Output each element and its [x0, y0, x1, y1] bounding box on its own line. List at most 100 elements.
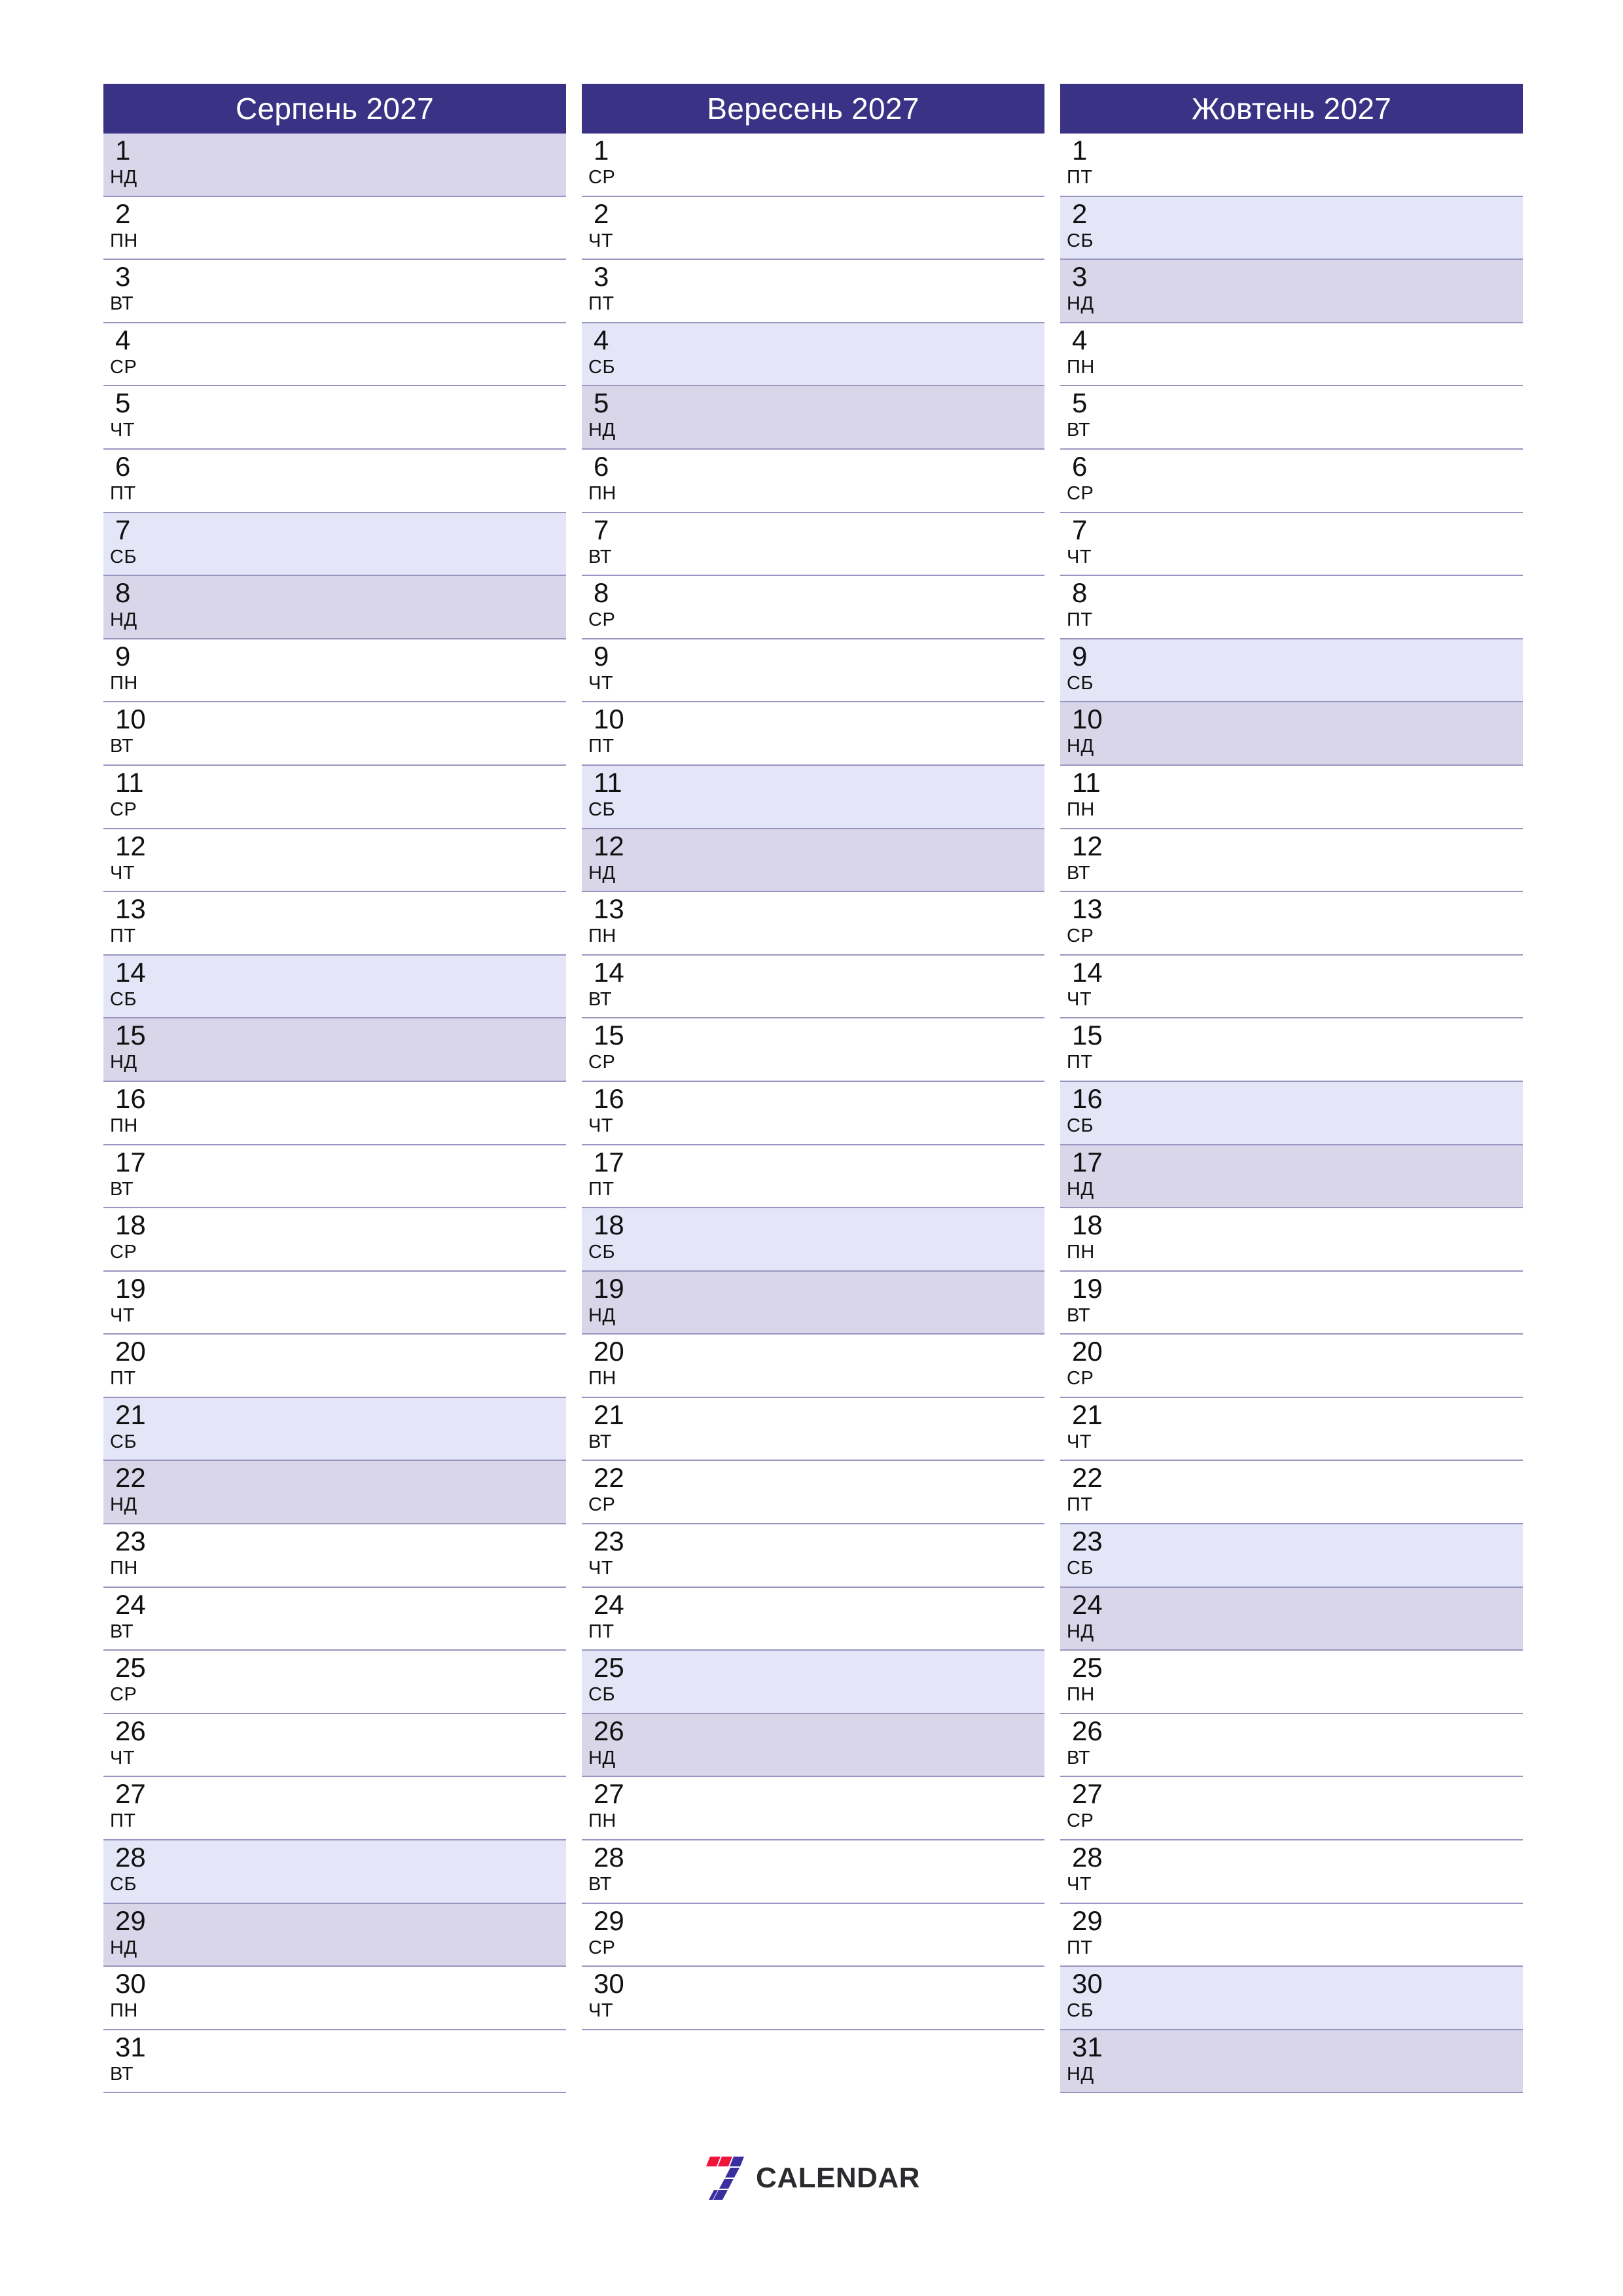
day-row[interactable]: 21 ЧТ [1060, 1397, 1523, 1462]
day-row[interactable]: 13 ПН [582, 892, 1044, 956]
day-row[interactable]: 8 НД [103, 576, 566, 639]
day-row[interactable]: 5 ВТ [1060, 386, 1523, 450]
day-row[interactable]: 24 ПТ [582, 1587, 1044, 1651]
day-row[interactable]: 12 ЧТ [103, 829, 566, 893]
day-row[interactable]: 4 СБ [582, 323, 1044, 387]
day-number: 25 [1072, 1652, 1103, 1683]
day-row[interactable]: 23 ПН [103, 1524, 566, 1588]
day-row[interactable]: 9 ЧТ [582, 639, 1044, 703]
day-row[interactable]: 27 ПН [582, 1777, 1044, 1841]
day-weekday-label: ПТ [1067, 609, 1093, 631]
day-row[interactable]: 12 ВТ [1060, 829, 1523, 893]
day-row[interactable]: 31 ВТ [103, 2030, 566, 2094]
day-row[interactable]: 25 СР [103, 1651, 566, 1714]
day-row[interactable]: 16 СБ [1060, 1081, 1523, 1145]
day-row[interactable]: 20 ПН [582, 1335, 1044, 1398]
day-row[interactable]: 30 ЧТ [582, 1967, 1044, 2030]
day-row[interactable]: 25 ПН [1060, 1651, 1523, 1714]
day-row[interactable]: 17 НД [1060, 1145, 1523, 1209]
day-number: 3 [1072, 261, 1088, 293]
day-row[interactable]: 27 СР [1060, 1777, 1523, 1841]
day-row[interactable]: 10 ПТ [582, 702, 1044, 766]
day-row[interactable]: 1 НД [103, 134, 566, 197]
day-row[interactable]: 29 СР [582, 1903, 1044, 1967]
day-row[interactable]: 26 ВТ [1060, 1713, 1523, 1778]
day-row[interactable]: 19 НД [582, 1271, 1044, 1335]
day-row[interactable]: 9 СБ [1060, 639, 1523, 703]
day-row[interactable]: 20 СР [1060, 1335, 1523, 1398]
day-weekday-label: СБ [588, 1684, 615, 1706]
day-row[interactable]: 2 ПН [103, 196, 566, 260]
day-row[interactable]: 26 НД [582, 1713, 1044, 1778]
day-row[interactable]: 11 СР [103, 765, 566, 829]
day-row[interactable]: 14 ЧТ [1060, 955, 1523, 1019]
day-row[interactable]: 5 НД [582, 386, 1044, 450]
day-row[interactable]: 26 ЧТ [103, 1713, 566, 1778]
day-row[interactable]: 6 ПТ [103, 449, 566, 513]
day-row[interactable]: 10 НД [1060, 702, 1523, 766]
day-row[interactable]: 16 ЧТ [582, 1081, 1044, 1145]
day-row[interactable]: 10 ВТ [103, 702, 566, 766]
day-row[interactable]: 13 ПТ [103, 892, 566, 956]
day-row[interactable]: 24 НД [1060, 1587, 1523, 1651]
day-row[interactable]: 22 НД [103, 1461, 566, 1525]
day-row[interactable]: 23 ЧТ [582, 1524, 1044, 1588]
day-row[interactable]: 3 ПТ [582, 260, 1044, 323]
day-row[interactable]: 22 СР [582, 1461, 1044, 1525]
day-row[interactable]: 4 СР [103, 323, 566, 387]
seven-calendar-logo[interactable]: CALENDAR [700, 2155, 920, 2201]
day-weekday-label: ПН [1067, 798, 1095, 820]
day-row[interactable]: 16 ПН [103, 1081, 566, 1145]
day-row[interactable]: 21 ВТ [582, 1397, 1044, 1462]
day-row[interactable]: 1 ПТ [1060, 134, 1523, 197]
day-row[interactable]: 3 ВТ [103, 260, 566, 323]
day-row[interactable]: 31 НД [1060, 2030, 1523, 2094]
day-row[interactable]: 3 НД [1060, 260, 1523, 323]
day-row[interactable]: 29 НД [103, 1903, 566, 1967]
day-row[interactable]: 6 ПН [582, 449, 1044, 513]
day-row[interactable]: 11 СБ [582, 765, 1044, 829]
day-row[interactable]: 15 НД [103, 1018, 566, 1082]
day-row[interactable]: 7 ЧТ [1060, 512, 1523, 577]
day-row[interactable]: 11 ПН [1060, 765, 1523, 829]
day-row[interactable]: 2 ЧТ [582, 196, 1044, 260]
day-row[interactable]: 12 НД [582, 829, 1044, 893]
day-row[interactable]: 6 СР [1060, 449, 1523, 513]
day-row[interactable]: 19 ВТ [1060, 1271, 1523, 1335]
day-row[interactable]: 2 СБ [1060, 196, 1523, 260]
day-row[interactable]: 27 ПТ [103, 1777, 566, 1841]
day-row[interactable]: 20 ПТ [103, 1335, 566, 1398]
day-row[interactable]: 24 ВТ [103, 1587, 566, 1651]
day-row[interactable]: 23 СБ [1060, 1524, 1523, 1588]
day-row[interactable]: 19 ЧТ [103, 1271, 566, 1335]
day-row[interactable]: 30 СБ [1060, 1967, 1523, 2030]
day-row[interactable]: 15 СР [582, 1018, 1044, 1082]
day-row[interactable]: 17 ВТ [103, 1145, 566, 1209]
day-row[interactable]: 5 ЧТ [103, 386, 566, 450]
day-row[interactable]: 1 СР [582, 134, 1044, 197]
day-row[interactable]: 7 СБ [103, 512, 566, 577]
day-row[interactable]: 28 СБ [103, 1840, 566, 1904]
day-row[interactable]: 18 ПН [1060, 1208, 1523, 1272]
day-row[interactable]: 7 ВТ [582, 512, 1044, 577]
day-row[interactable]: 22 ПТ [1060, 1461, 1523, 1525]
day-row[interactable]: 9 ПН [103, 639, 566, 703]
day-row[interactable]: 28 ЧТ [1060, 1840, 1523, 1904]
day-row[interactable]: 13 СР [1060, 892, 1523, 956]
day-weekday-label: ПН [1067, 1684, 1095, 1706]
day-row[interactable]: 21 СБ [103, 1397, 566, 1462]
day-row[interactable]: 14 СБ [103, 955, 566, 1019]
day-row[interactable]: 17 ПТ [582, 1145, 1044, 1209]
day-row[interactable]: 25 СБ [582, 1651, 1044, 1714]
day-row[interactable]: 18 СБ [582, 1208, 1044, 1272]
day-row[interactable]: 29 ПТ [1060, 1903, 1523, 1967]
day-row[interactable]: 18 СР [103, 1208, 566, 1272]
day-row[interactable]: 8 СР [582, 576, 1044, 639]
day-row[interactable]: 28 ВТ [582, 1840, 1044, 1904]
day-row[interactable]: 15 ПТ [1060, 1018, 1523, 1082]
day-row[interactable]: 30 ПН [103, 1967, 566, 2030]
day-row[interactable]: 4 ПН [1060, 323, 1523, 387]
day-number: 21 [115, 1399, 146, 1430]
day-row[interactable]: 8 ПТ [1060, 576, 1523, 639]
day-row[interactable]: 14 ВТ [582, 955, 1044, 1019]
